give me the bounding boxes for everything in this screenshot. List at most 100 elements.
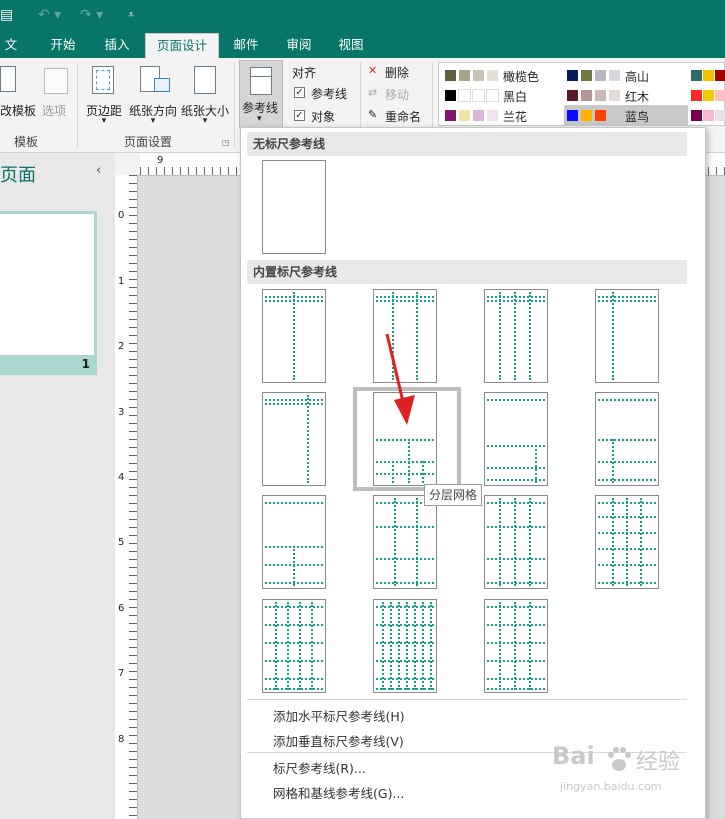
scheme-column-partial[interactable] bbox=[691, 66, 725, 124]
scheme-swatch bbox=[609, 70, 620, 81]
template-icon bbox=[0, 66, 16, 92]
orientation-button[interactable]: 纸张方向 ▾ bbox=[128, 62, 178, 128]
scheme-swatch bbox=[472, 89, 485, 102]
guide-option-12[interactable] bbox=[595, 495, 659, 589]
scheme-black-white[interactable]: 黑白 bbox=[443, 86, 563, 104]
page-thumbnail-sheet bbox=[0, 214, 94, 355]
save-icon[interactable]: ▤ bbox=[0, 6, 13, 24]
scheme-olive[interactable]: 橄榄色 bbox=[443, 66, 563, 84]
guide-option-1[interactable] bbox=[262, 289, 326, 383]
ruler-label: 2 bbox=[118, 341, 125, 352]
guide-option-4[interactable] bbox=[595, 289, 659, 383]
scheme-name: 蓝鸟 bbox=[625, 110, 650, 124]
scheme-swatch bbox=[487, 70, 498, 81]
ruler-ticks bbox=[129, 175, 137, 819]
scheme-swatch bbox=[691, 90, 702, 101]
color-scheme-gallery: 橄榄色 高山 黑白 红木 兰花 蓝鸟 bbox=[438, 62, 725, 126]
guide-option-9[interactable] bbox=[262, 495, 326, 589]
guides-check-label: 参考线 bbox=[311, 87, 348, 101]
change-template-button[interactable]: 改模板 bbox=[0, 62, 37, 122]
group-divider bbox=[77, 62, 78, 148]
template-group-label: 模板 bbox=[14, 135, 39, 149]
scheme-swatch bbox=[715, 90, 725, 101]
guide-option-11[interactable] bbox=[484, 495, 548, 589]
scheme-swatch bbox=[581, 90, 592, 101]
tab-file[interactable]: 文件 bbox=[0, 33, 22, 75]
guide-option-none[interactable] bbox=[262, 160, 326, 254]
chevron-left-icon[interactable]: ‹ bbox=[96, 163, 101, 178]
ruler-label: 4 bbox=[118, 472, 125, 483]
guide-option-7[interactable] bbox=[484, 392, 548, 486]
redo-icon[interactable]: ↷ ▾ bbox=[80, 6, 103, 24]
page-setup-group-label: 页面设置 bbox=[124, 135, 173, 149]
options-icon bbox=[44, 68, 68, 94]
ruler-label: 5 bbox=[118, 537, 125, 548]
scheme-swatch bbox=[715, 110, 725, 121]
scheme-swatch bbox=[487, 110, 498, 121]
tab-page-design[interactable]: 页面设计 bbox=[145, 33, 219, 58]
scheme-swatch bbox=[609, 90, 620, 101]
group-divider bbox=[234, 62, 235, 148]
undo-icon[interactable]: ↶ ▾ bbox=[38, 6, 61, 24]
scheme-swatch bbox=[703, 70, 714, 81]
no-ruler-guides-header: 无标尺参考线 bbox=[247, 132, 687, 156]
tab-mailings[interactable]: 邮件 bbox=[226, 33, 266, 58]
rename-page-button[interactable]: 重命名 bbox=[385, 108, 421, 125]
guide-option-14[interactable] bbox=[373, 599, 437, 693]
scheme-swatch bbox=[445, 110, 456, 121]
scheme-swatch bbox=[459, 110, 470, 121]
guides-button[interactable]: 参考线 ▾ bbox=[239, 60, 283, 128]
scheme-orchid[interactable]: 兰花 bbox=[443, 106, 563, 124]
pages-pane: 页面 ‹ 1 bbox=[0, 153, 116, 819]
change-template-label: 改模板 bbox=[0, 104, 37, 118]
size-button[interactable]: 纸张大小 ▾ bbox=[180, 62, 230, 128]
customize-qat-icon[interactable]: ⩡ bbox=[128, 6, 134, 24]
page-thumbnail[interactable]: 1 bbox=[0, 211, 97, 375]
objects-checkbox[interactable]: ✓ bbox=[294, 110, 305, 121]
paper-size-icon bbox=[194, 66, 216, 94]
scheme-swatch bbox=[703, 110, 714, 121]
paw-icon bbox=[608, 747, 631, 771]
scheme-swatch bbox=[595, 90, 606, 101]
scheme-swatch bbox=[567, 110, 578, 121]
align-label: 对齐 bbox=[292, 66, 317, 80]
add-horizontal-guide-item[interactable]: 添加水平标尺参考线(H) bbox=[273, 706, 405, 725]
tab-review[interactable]: 审阅 bbox=[278, 33, 320, 58]
guide-option-5[interactable] bbox=[262, 392, 326, 486]
scheme-swatch bbox=[691, 110, 702, 121]
scheme-mahogany[interactable]: 红木 bbox=[567, 86, 687, 104]
options-button[interactable]: 选项 bbox=[36, 62, 72, 122]
scheme-alpine[interactable]: 高山 bbox=[567, 66, 687, 84]
guide-option-3[interactable] bbox=[484, 289, 548, 383]
margins-button[interactable]: 页边距 ▾ bbox=[82, 62, 126, 128]
guide-option-13[interactable] bbox=[262, 599, 326, 693]
move-page-button[interactable]: 移动 bbox=[385, 86, 409, 103]
scheme-swatch bbox=[567, 70, 578, 81]
guide-option-8[interactable] bbox=[595, 392, 659, 486]
scheme-swatch bbox=[609, 110, 620, 121]
tab-home[interactable]: 开始 bbox=[42, 33, 84, 58]
add-vertical-guide-item[interactable]: 添加垂直标尺参考线(V) bbox=[273, 731, 404, 750]
grid-baseline-guides-item[interactable]: 网格和基线参考线(G)... bbox=[273, 783, 404, 802]
tab-view[interactable]: 视图 bbox=[330, 33, 372, 58]
dialog-launcher-icon[interactable]: ◳ bbox=[222, 138, 230, 147]
ruler-label: 8 bbox=[118, 734, 125, 745]
title-bar: ▤ ↶ ▾ ↷ ▾ ⩡ bbox=[0, 0, 725, 31]
pages-pane-title: 页面 bbox=[0, 165, 36, 186]
watermark-url: jingyan.baidu.com bbox=[560, 780, 662, 793]
tab-insert[interactable]: 插入 bbox=[96, 33, 138, 58]
scheme-swatch bbox=[445, 90, 456, 101]
ruler-guides-item[interactable]: 标尺参考线(R)... bbox=[273, 758, 366, 777]
guides-checkbox[interactable]: ✓ bbox=[294, 87, 305, 98]
vertical-ruler[interactable]: 0 1 2 3 4 5 6 7 8 bbox=[115, 175, 138, 819]
scheme-bluebird[interactable]: 蓝鸟 bbox=[567, 106, 687, 124]
guide-option-10[interactable] bbox=[373, 495, 437, 589]
objects-check-label: 对象 bbox=[311, 110, 336, 124]
options-label: 选项 bbox=[41, 104, 66, 118]
guide-option-15[interactable] bbox=[484, 599, 548, 693]
guides-dropdown: 无标尺参考线 内置标尺参考线 添加水平标尺参考线(H) 添加垂直标尺参考线(V)… bbox=[240, 127, 706, 819]
delete-page-button[interactable]: 删除 bbox=[385, 64, 409, 81]
ruler-label: 1 bbox=[118, 276, 125, 287]
scheme-swatch bbox=[595, 110, 606, 121]
scheme-swatch bbox=[473, 70, 484, 81]
